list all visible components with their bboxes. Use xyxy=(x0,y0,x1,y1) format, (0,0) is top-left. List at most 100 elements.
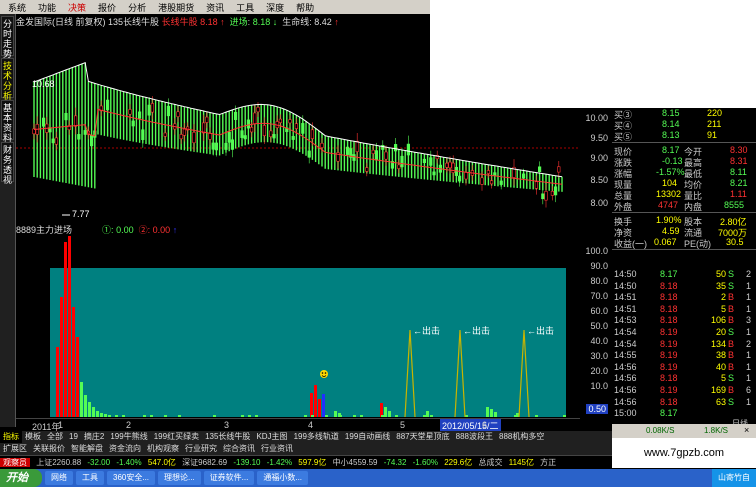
market-status-bar: 观察员 上证2260.88 -32.00 -1.40% 547.0亿 深证968… xyxy=(0,455,612,468)
menu-tools[interactable]: 工具 xyxy=(232,1,262,14)
indicator1-label: 长线牛股 xyxy=(161,17,198,27)
candle xyxy=(128,109,132,115)
indicator-tab[interactable]: 199多线轨道 xyxy=(291,431,342,443)
tick-row[interactable]: 14:51 8.18 2 B 1 xyxy=(612,292,756,303)
indicator-tab[interactable]: 指标 xyxy=(0,431,22,443)
candle xyxy=(106,99,110,111)
side-tab-fundamentals[interactable]: 基本资料 xyxy=(1,100,14,143)
tick-row[interactable]: 14:50 8.18 35 S 1 xyxy=(612,281,756,292)
extension-tab[interactable]: 行业研究 xyxy=(182,443,220,455)
extension-tab[interactable]: 机构观察 xyxy=(144,443,182,455)
indicator-tab[interactable]: 199红买绿卖 xyxy=(151,431,202,443)
indicator2-value: 8.18 xyxy=(252,17,271,27)
indicator-bar xyxy=(339,415,342,417)
candle xyxy=(256,107,260,113)
tick-row[interactable]: 14:56 8.19 169 B 6 xyxy=(612,385,756,396)
tick-row[interactable]: 14:56 8.18 63 S 1 xyxy=(612,397,756,408)
stat-row: 外盘 4747 内盘 8555 xyxy=(614,200,745,212)
tick-row[interactable]: 14:54 8.19 20 S 1 xyxy=(612,327,756,338)
indicator-tab[interactable]: 199自动画线 xyxy=(342,431,393,443)
x-month: 5 xyxy=(400,420,406,430)
taskbar-item[interactable]: 通福小数... xyxy=(257,471,309,485)
taskbar: 开始 网络 工具 360安全... 理想论... 证券软件... 通福小数...… xyxy=(0,469,756,487)
indicator-tab[interactable]: 摘庄2 xyxy=(81,431,107,443)
indicator-tab[interactable]: 887天堂星顶底 xyxy=(393,431,452,443)
indicator-tab[interactable]: 199牛熊线 xyxy=(107,431,150,443)
tick-row[interactable]: 14:54 8.19 134 B 2 xyxy=(612,339,756,350)
buy-row: 买③ 8.15 220 xyxy=(614,108,723,120)
menu-system[interactable]: 系统 xyxy=(4,1,34,14)
indicator-panel[interactable]: ←出击 ←出击 ←出击 xyxy=(16,236,580,418)
indicator-tab[interactable]: KDJ主图 xyxy=(253,431,290,443)
menu-help[interactable]: 帮助 xyxy=(292,1,322,14)
indicator-bar xyxy=(76,337,79,417)
candle xyxy=(294,123,299,129)
taskbar-item[interactable]: 网络 xyxy=(45,471,73,485)
menu-news[interactable]: 资讯 xyxy=(202,1,232,14)
indicator-bar xyxy=(310,393,313,417)
indicator-tabs: 指标 模板 全部 19 摘庄2 199牛熊线 199红买绿卖 135长线牛股 KDJ主图 199多… xyxy=(0,431,612,443)
extension-tab[interactable]: 智能解盘 xyxy=(68,443,106,455)
indicator-tab[interactable]: 19 xyxy=(66,431,81,443)
indicator-bg xyxy=(50,268,566,417)
tick-row[interactable]: 14:56 8.18 5 S 1 xyxy=(612,373,756,384)
candle xyxy=(534,181,538,189)
axis-label: 50.0 xyxy=(590,321,608,331)
candle xyxy=(553,186,558,196)
tick-row[interactable]: 14:51 8.18 5 B 1 xyxy=(612,304,756,315)
tick-row[interactable]: 14:53 8.18 106 B 3 xyxy=(612,315,756,326)
indicator-bar xyxy=(423,415,426,417)
menu-depth[interactable]: 深度 xyxy=(262,1,292,14)
candle xyxy=(138,111,142,119)
candle xyxy=(246,119,251,129)
taskbar-item[interactable]: 理想论... xyxy=(158,471,201,485)
close-icon[interactable]: × xyxy=(744,425,749,435)
menu-hk-futures[interactable]: 港股期货 xyxy=(154,1,202,14)
menu-function[interactable]: 功能 xyxy=(34,1,64,14)
indicator-tab[interactable]: 全部 xyxy=(44,431,66,443)
indicator-tab[interactable]: 模板 xyxy=(22,431,44,443)
indicator-bar xyxy=(430,415,433,417)
taskbar-item[interactable]: 工具 xyxy=(76,471,104,485)
extension-tab[interactable]: 综合资讯 xyxy=(220,443,258,455)
extension-tab[interactable]: 扩展区 xyxy=(0,443,30,455)
side-tab-technical[interactable]: 技术分析 xyxy=(1,58,14,101)
taskbar-item[interactable]: 山寄竹自 xyxy=(712,469,756,487)
observer-badge[interactable]: 观察员 xyxy=(0,458,30,467)
side-tab-finance[interactable]: 财务透视 xyxy=(1,142,14,185)
indicator-name: 135长线牛股 xyxy=(108,17,160,27)
indicator-tab[interactable]: 888波段王 xyxy=(453,431,496,443)
extension-tab[interactable]: 资金流向 xyxy=(106,443,144,455)
candle xyxy=(371,149,375,154)
menu-quote[interactable]: 报价 xyxy=(94,1,124,14)
kline-chart[interactable]: 10.68 7.77 xyxy=(16,27,580,222)
taskbar-item[interactable]: 360安全... xyxy=(107,471,156,485)
x-month: 2 xyxy=(126,420,132,430)
tick-row[interactable]: 14:56 8.19 40 B 1 xyxy=(612,362,756,373)
indicator-axis: 100.0 90.0 80.0 70.0 60.0 50.0 40.0 30.0… xyxy=(580,236,612,416)
side-tab-intraday[interactable]: 分时走势 xyxy=(1,16,14,59)
candle xyxy=(544,191,548,201)
tick-row[interactable]: 14:50 8.17 50 S 2 xyxy=(612,269,756,280)
tick-row[interactable]: 14:55 8.19 38 B 1 xyxy=(612,350,756,361)
stat-row: 现量 104 均价 8.21 xyxy=(614,178,748,190)
candle xyxy=(288,119,292,124)
start-button[interactable]: 开始 xyxy=(0,469,42,487)
extension-tab[interactable]: 关联报价 xyxy=(30,443,68,455)
candle xyxy=(250,127,254,133)
indicator-bar xyxy=(353,415,356,417)
axis-label: 60.0 xyxy=(590,306,608,316)
candle xyxy=(214,142,219,151)
axis-label: 8.00 xyxy=(590,198,608,208)
axis-label: 8.50 xyxy=(590,175,608,185)
extension-tab[interactable]: 行业资讯 xyxy=(258,443,296,455)
taskbar-item[interactable]: 证券软件... xyxy=(203,471,255,485)
axis-label: 40.0 xyxy=(590,336,608,346)
indicator-bar xyxy=(322,394,325,417)
indicator-tab[interactable]: 888机构多空 xyxy=(496,431,547,443)
menu-analysis[interactable]: 分析 xyxy=(124,1,154,14)
menu-decision[interactable]: 决策 xyxy=(64,1,94,14)
indicator-bar xyxy=(56,347,59,417)
indicator-tab[interactable]: 135长线牛股 xyxy=(202,431,253,443)
axis-label: 10.0 xyxy=(590,381,608,391)
